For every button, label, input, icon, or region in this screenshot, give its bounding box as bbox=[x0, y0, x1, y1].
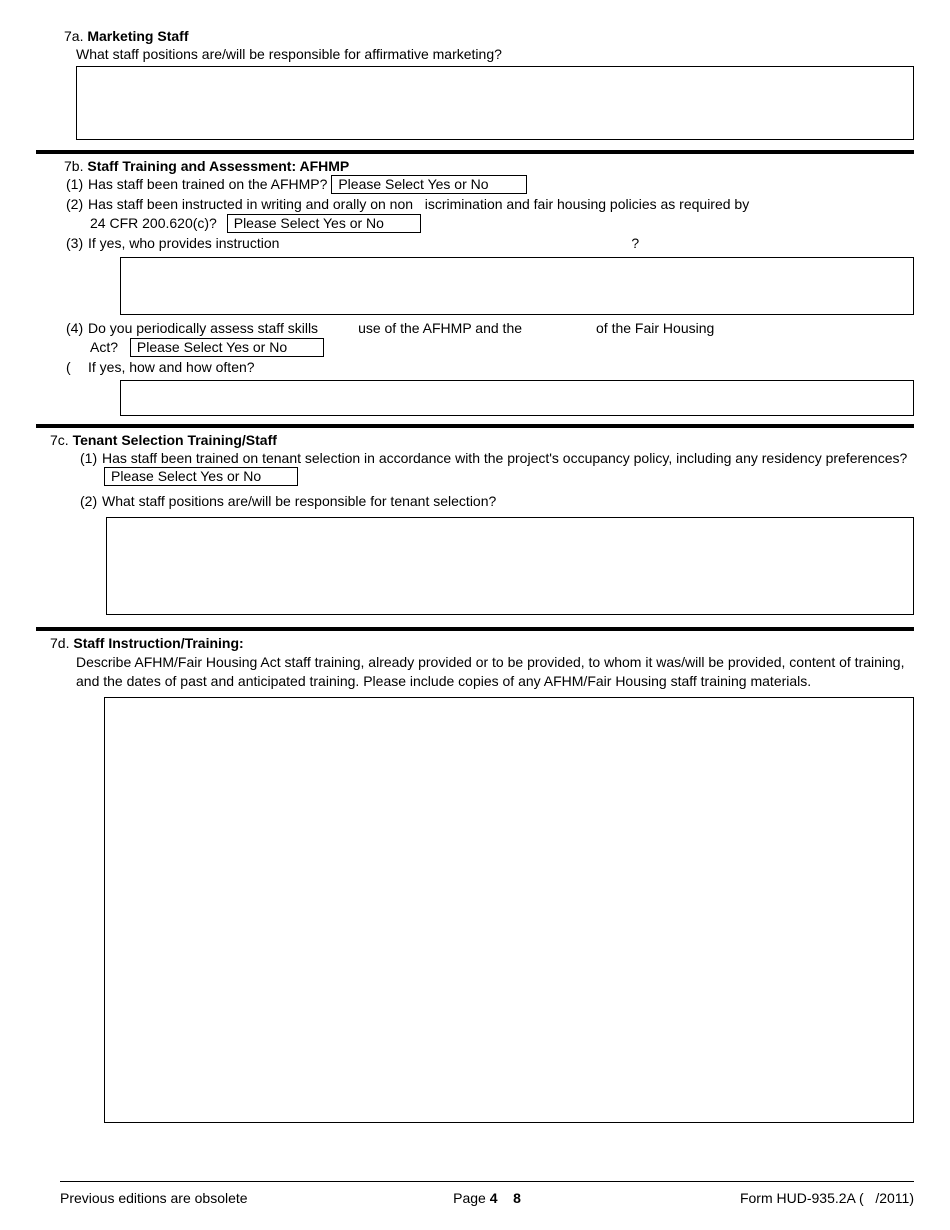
section-7a: 7a. Marketing Staff What staff positions… bbox=[36, 28, 914, 140]
select-7b-2[interactable]: Please Select Yes or No bbox=[227, 214, 421, 233]
section-7c-heading: 7c. Tenant Selection Training/Staff bbox=[36, 432, 914, 448]
section-7b: 7b. Staff Training and Assessment: AFHMP… bbox=[36, 158, 914, 416]
section-7c-number: 7c. bbox=[50, 432, 69, 448]
section-7b-heading: 7b. Staff Training and Assessment: AFHMP bbox=[36, 158, 914, 174]
q-7c-2-num: (2) bbox=[80, 492, 102, 511]
q-7b-4-text-c: of the Fair Housing bbox=[596, 320, 714, 336]
section-7c: 7c. Tenant Selection Training/Staff (1)H… bbox=[36, 432, 914, 616]
section-7a-title: Marketing Staff bbox=[87, 28, 188, 44]
section-7b-number: 7b. bbox=[64, 158, 83, 174]
q-7b-2-num: (2) bbox=[66, 195, 88, 214]
textbox-7b-3[interactable] bbox=[120, 257, 914, 315]
textbox-7d[interactable] bbox=[104, 697, 914, 1123]
q-7b-2-text-c: 24 CFR 200.620(c)? bbox=[90, 215, 217, 231]
divider-7b-7c bbox=[36, 424, 914, 428]
footer-page-sep bbox=[498, 1190, 514, 1206]
q-7b-4-text-a: Do you periodically assess staff skills bbox=[88, 320, 318, 336]
q-7c-1: (1)Has staff been trained on tenant sele… bbox=[36, 449, 914, 487]
q-7b-4-text-b: use of the AFHMP and the bbox=[358, 320, 522, 336]
footer-center: Page 4 8 bbox=[60, 1190, 914, 1206]
q-7b-2: (2)Has staff been instructed in writing … bbox=[36, 195, 914, 233]
q-7c-1-num: (1) bbox=[80, 449, 102, 468]
q-7b-3: (3)If yes, who provides instruction? bbox=[36, 234, 914, 253]
q-7b-3-text: If yes, who provides instruction bbox=[88, 235, 279, 251]
footer-page-total: 8 bbox=[513, 1190, 521, 1206]
q-7b-3-end: ? bbox=[631, 235, 639, 251]
section-7d-number: 7d. bbox=[50, 635, 69, 651]
divider-7c-7d bbox=[36, 627, 914, 631]
select-7b-4[interactable]: Please Select Yes or No bbox=[130, 338, 324, 357]
q-7c-2-text: What staff positions are/will be respons… bbox=[102, 493, 496, 509]
q-7b-4-num: (4) bbox=[66, 319, 88, 338]
section-7b-title: Staff Training and Assessment: AFHMP bbox=[87, 158, 349, 174]
q-7c-1-text: Has staff been trained on tenant selecti… bbox=[102, 450, 907, 466]
footer-page-label: Page bbox=[453, 1190, 490, 1206]
section-7d-heading: 7d. Staff Instruction/Training: bbox=[36, 635, 914, 651]
select-7c-1[interactable]: Please Select Yes or No bbox=[104, 467, 298, 486]
q-7b-1-num: (1) bbox=[66, 175, 88, 194]
section-7a-number: 7a. bbox=[64, 28, 83, 44]
q-7b-1: (1)Has staff been trained on the AFHMP? … bbox=[36, 175, 914, 194]
q-7b-5-num: ( bbox=[66, 358, 88, 377]
footer-page-num: 4 bbox=[490, 1190, 498, 1206]
q-7b-2-text-a: Has staff been instructed in writing and… bbox=[88, 196, 413, 212]
section-7d-desc: Describe AFHM/Fair Housing Act staff tra… bbox=[36, 653, 914, 691]
q-7b-1-text: Has staff been trained on the AFHMP? bbox=[88, 176, 327, 192]
textbox-7b-5[interactable] bbox=[120, 380, 914, 416]
q-7c-2: (2)What staff positions are/will be resp… bbox=[36, 492, 914, 511]
section-7d-title: Staff Instruction/Training: bbox=[73, 635, 243, 651]
q-7b-2-text-b: iscrimination and fair housing policies … bbox=[425, 196, 750, 212]
q-7b-3-num: (3) bbox=[66, 234, 88, 253]
q-7b-4-text-d: Act? bbox=[90, 339, 118, 355]
q-7b-5-text: If yes, how and how often? bbox=[88, 359, 255, 375]
textbox-7c-2[interactable] bbox=[106, 517, 914, 615]
section-7d: 7d. Staff Instruction/Training: Describe… bbox=[36, 635, 914, 1123]
divider-7a-7b bbox=[36, 150, 914, 154]
select-7b-1[interactable]: Please Select Yes or No bbox=[331, 175, 527, 194]
page-footer: Previous editions are obsolete Page 4 8 … bbox=[60, 1190, 914, 1206]
footer-rule bbox=[60, 1181, 914, 1182]
q-7b-5: (If yes, how and how often? bbox=[36, 358, 914, 377]
q-7b-4: (4)Do you periodically assess staff skil… bbox=[36, 319, 914, 357]
textbox-7a[interactable] bbox=[76, 66, 914, 140]
section-7c-title: Tenant Selection Training/Staff bbox=[73, 432, 277, 448]
section-7a-heading: 7a. Marketing Staff bbox=[36, 28, 914, 44]
section-7a-subtext: What staff positions are/will be respons… bbox=[36, 46, 914, 62]
